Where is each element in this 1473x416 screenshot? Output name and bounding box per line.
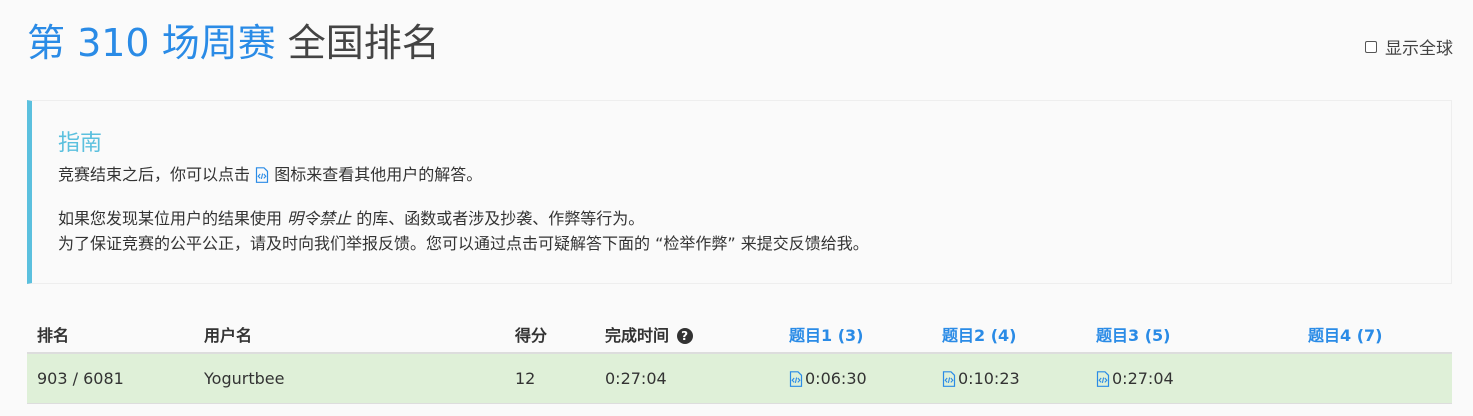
cell-question-1-solution[interactable]: 0:06:30: [789, 369, 867, 388]
guide-title: 指南: [58, 131, 103, 156]
header-question-2[interactable]: 题目2 (4): [942, 322, 1016, 346]
page-title-suffix: 全国排名: [287, 21, 440, 65]
guide-line-1-after: 图标来查看其他用户的解答。: [274, 165, 483, 184]
code-file-icon: [256, 167, 269, 183]
header-finish-time: 完成时间 ?: [605, 322, 693, 346]
header-question-1[interactable]: 题目1 (3): [789, 322, 863, 346]
header-username: 用户名: [204, 326, 253, 345]
header-score: 得分: [515, 326, 548, 345]
show-global-toggle[interactable]: 显示全球: [1365, 34, 1453, 59]
cell-question-2-solution[interactable]: 0:10:23: [942, 369, 1020, 388]
guide-line-1: 竞赛结束之后，你可以点击 图标来查看其他用户的解答。: [58, 163, 482, 187]
guide-line-3: 为了保证竞赛的公平公正，请及时向我们举报反馈。您可以通过点击可疑解答下面的 “检…: [58, 234, 869, 253]
page: 第 310 场周赛 全国排名 显示全球 指南 竞赛结束之后，你可以点击 图标来查…: [0, 0, 1473, 416]
cell-question-3-time: 0:27:04: [1112, 369, 1174, 388]
cell-question-1-time: 0:06:30: [805, 369, 867, 388]
show-global-label: 显示全球: [1385, 39, 1453, 59]
cell-username[interactable]: Yogurtbee: [204, 369, 284, 388]
header-finish-time-label: 完成时间: [605, 326, 670, 345]
cell-finish-time: 0:27:04: [605, 369, 667, 388]
cell-question-2-time: 0:10:23: [958, 369, 1020, 388]
guide-line-1-before: 竞赛结束之后，你可以点击: [58, 165, 251, 184]
contest-link[interactable]: 第 310 场周赛: [27, 21, 276, 65]
table-header: 排名 用户名 得分 完成时间 ? 题目1 (3) 题目2 (4) 题目3 (5)…: [27, 310, 1452, 354]
cell-score: 12: [515, 369, 536, 388]
header-question-3[interactable]: 题目3 (5): [1096, 322, 1170, 346]
header-question-4[interactable]: 题目4 (7): [1308, 322, 1382, 346]
guide-line-2-emphasis: 明令禁止: [287, 209, 352, 228]
cell-question-3-solution[interactable]: 0:27:04: [1096, 369, 1174, 388]
page-title: 第 310 场周赛 全国排名: [27, 18, 440, 68]
question-circle-icon[interactable]: ?: [676, 328, 693, 344]
guide-line-2-before: 如果您发现某位用户的结果使用: [58, 209, 283, 228]
guide-line-2-after: 的库、函数或者涉及抄袭、作弊等行为。: [356, 209, 645, 228]
header-rank: 排名: [37, 326, 70, 345]
code-file-icon[interactable]: [1096, 370, 1110, 387]
code-file-icon[interactable]: [789, 370, 803, 387]
guide-line-2: 如果您发现某位用户的结果使用 明令禁止 的库、函数或者涉及抄袭、作弊等行为。: [58, 207, 644, 231]
table-row: 903 / 6081 Yogurtbee 12 0:27:04 0:06:30 …: [27, 354, 1452, 404]
code-file-icon[interactable]: [942, 370, 956, 387]
cell-rank: 903 / 6081: [37, 369, 124, 388]
ranking-table: 排名 用户名 得分 完成时间 ? 题目1 (3) 题目2 (4) 题目3 (5)…: [27, 310, 1452, 404]
guide-box: 指南 竞赛结束之后，你可以点击 图标来查看其他用户的解答。 如果您发现某位用户的…: [27, 100, 1452, 284]
show-global-checkbox[interactable]: [1365, 40, 1377, 53]
